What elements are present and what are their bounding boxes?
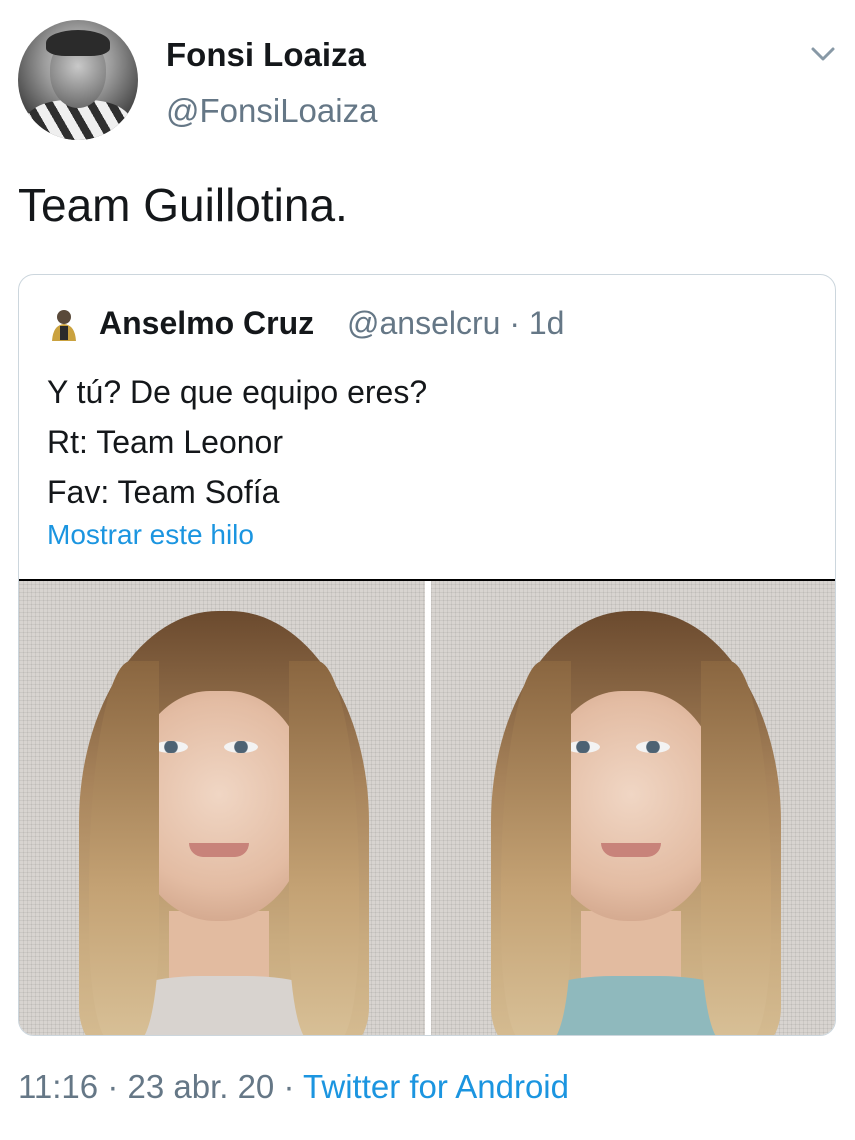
photo-eye [154,741,188,753]
tweet-footer: 11:16 · 23 abr. 20 · Twitter for Android [18,1068,569,1106]
meta-separator: · [509,305,520,341]
quoted-author-handle: @anselcru [347,305,501,341]
footer-separator: · [283,1068,295,1105]
photo-eye [566,741,600,753]
quoted-author-avatar[interactable] [49,309,79,343]
chevron-down-icon[interactable] [808,42,838,66]
tweet-client-link[interactable]: Twitter for Android [303,1068,569,1105]
quoted-photos [19,579,835,1035]
quoted-tweet-card[interactable]: Anselmo Cruz @anselcru · 1d Y tú? De que… [18,274,836,1036]
tweet-date[interactable]: 23 abr. 20 [127,1068,274,1105]
quoted-author-display-name: Anselmo Cruz [99,305,315,341]
show-thread-link[interactable]: Mostrar este hilo [47,519,254,551]
tweet-header: Fonsi Loaiza @FonsiLoaiza [18,20,838,144]
quoted-line: Y tú? De que equipo eres? [47,374,428,410]
author-handle[interactable]: @FonsiLoaiza [166,92,377,130]
author-avatar[interactable] [18,20,138,140]
quoted-tweet-age: 1d [528,305,565,341]
author-display-name[interactable]: Fonsi Loaiza [166,36,366,74]
quoted-tweet-text: Y tú? De que equipo eres? Rt: Team Leono… [47,367,427,517]
photo-eye [224,741,258,753]
photo-right[interactable] [431,581,835,1035]
photo-mouth [189,843,249,857]
quoted-author-meta: @anselcru · 1d [347,305,564,342]
photo-left[interactable] [19,581,425,1035]
tweet-text: Team Guillotina. [18,179,348,231]
footer-separator: · [107,1068,119,1105]
avatar-hair [46,30,110,56]
photo-mouth [601,843,661,857]
quoted-line: Fav: Team Sofía [47,474,280,510]
photo-eye [636,741,670,753]
tweet-time[interactable]: 11:16 [18,1068,98,1105]
quoted-line: Rt: Team Leonor [47,424,283,460]
